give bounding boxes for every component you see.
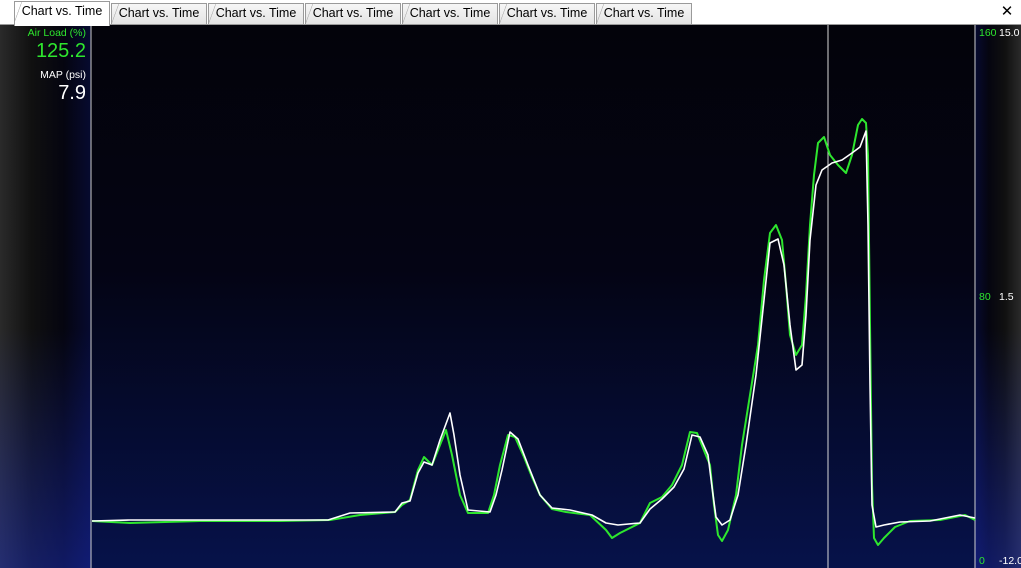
tab-chart-vs-time-6[interactable]: Chart vs. Time bbox=[499, 3, 595, 24]
tab-chart-vs-time-4[interactable]: Chart vs. Time bbox=[305, 3, 401, 24]
tab-strip: Chart vs. Time Chart vs. Time Chart vs. … bbox=[0, 0, 1021, 26]
chart-panel[interactable]: Air Load (%) 125.2 MAP (psi) 7.9 160 80 … bbox=[0, 25, 1021, 568]
series-map-line bbox=[91, 130, 976, 528]
close-icon[interactable]: ✕ bbox=[999, 3, 1015, 21]
tab-chart-vs-time-5[interactable]: Chart vs. Time bbox=[402, 3, 498, 24]
tab-chart-vs-time-2[interactable]: Chart vs. Time bbox=[111, 3, 207, 24]
tab-chart-vs-time-3[interactable]: Chart vs. Time bbox=[208, 3, 304, 24]
tab-chart-vs-time-7[interactable]: Chart vs. Time bbox=[596, 3, 692, 24]
series-air-load-line bbox=[91, 118, 976, 546]
line-chart[interactable] bbox=[0, 25, 1021, 568]
tab-chart-vs-time-1[interactable]: Chart vs. Time bbox=[14, 1, 110, 26]
